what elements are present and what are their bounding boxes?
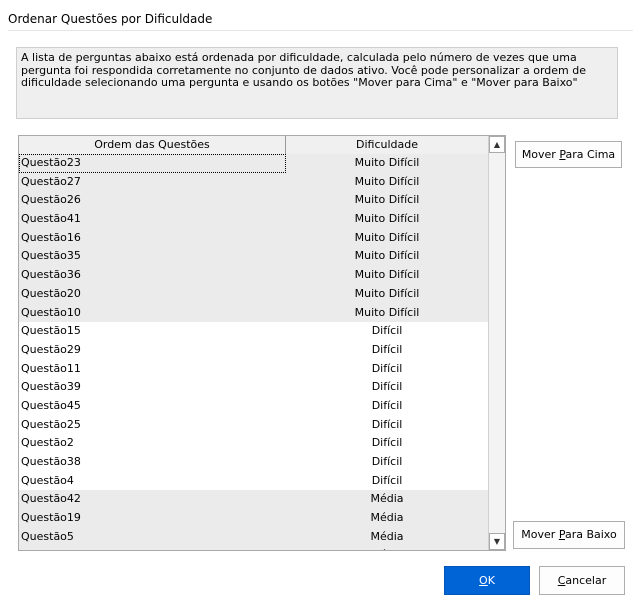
table-row[interactable]: Questão41 Muito Difícil (19, 210, 488, 229)
difficulty-cell: Média (370, 511, 404, 525)
table-row[interactable]: Questão20 Muito Difícil (19, 284, 488, 304)
scroll-up-icon[interactable]: ▲ (489, 136, 505, 153)
question-cell: Questão42 (21, 492, 81, 506)
difficulty-cell: Média (370, 492, 404, 506)
table-row[interactable]: Questão2 Difícil (19, 434, 488, 453)
question-cell: Questão35 (21, 249, 81, 263)
table-row[interactable]: Questão25 Difícil (19, 416, 488, 435)
difficulty-cell: Muito Difícil (354, 156, 420, 169)
move-up-button[interactable]: Mover Para Cima (515, 141, 622, 168)
question-cell: Questão29 (21, 342, 81, 356)
table-row[interactable]: Questão11 Difícil (19, 360, 488, 379)
difficulty-cell: Difícil (371, 455, 403, 468)
table-row[interactable]: Questão26 Muito Difícil (19, 191, 488, 211)
table-row[interactable]: Questão42 Média (19, 490, 488, 510)
question-cell: Questão23 (19, 154, 286, 173)
table-row[interactable]: Questão5 Média (19, 527, 488, 547)
question-cell: Questão17 (19, 546, 286, 550)
table-row[interactable]: Questão36 Muito Difícil (19, 266, 488, 285)
difficulty-cell: Difícil (371, 436, 403, 450)
question-cell: Questão41 (21, 212, 81, 226)
question-cell: Questão10 (21, 305, 81, 319)
table-row[interactable]: Questão39 Difícil (19, 378, 488, 397)
difficulty-cell: Muito Difícil (354, 230, 420, 244)
difficulty-cell: Difícil (371, 398, 403, 412)
dialog-title: Ordenar Questões por Dificuldade (8, 12, 213, 26)
difficulty-cell: Média (370, 529, 404, 543)
difficulty-cell: Difícil (371, 342, 403, 356)
question-cell: Questão19 (21, 511, 81, 525)
table-row[interactable]: Questão29 Difícil (19, 341, 488, 360)
difficulty-cell: Difícil (371, 473, 403, 487)
question-cell: Questão26 (21, 193, 81, 207)
question-cell: Questão11 (21, 361, 81, 375)
difficulty-cell: Difícil (371, 417, 403, 431)
table-row[interactable]: Questão35 Muito Difícil (19, 247, 488, 267)
table-row[interactable]: Questão27 Muito Difícil (19, 172, 488, 192)
table-row[interactable]: Questão23 Muito Difícil (19, 154, 488, 173)
question-cell: Questão25 (21, 417, 81, 431)
move-down-button[interactable]: Mover Para Baixo (513, 521, 625, 549)
question-cell: Questão45 (21, 398, 81, 412)
difficulty-cell: Muito Difícil (354, 268, 420, 282)
column-header-difficulty[interactable]: Dificuldade (286, 136, 488, 154)
difficulty-cell: Muito Difícil (354, 249, 420, 263)
questions-grid[interactable]: Ordem das Questões Dificuldade Questão23… (18, 135, 506, 551)
column-header-question-order[interactable]: Ordem das Questões (19, 136, 286, 154)
question-cell: Questão16 (21, 230, 81, 244)
table-row[interactable]: Questão17Média (19, 546, 488, 550)
table-row[interactable]: Questão16 Muito Difícil (19, 228, 488, 248)
cancel-button[interactable]: Cancelar (539, 566, 625, 595)
difficulty-cell: Muito Difícil (354, 305, 420, 319)
table-row[interactable]: Questão15 Difícil (19, 322, 488, 341)
question-cell: Questão38 (21, 455, 81, 468)
question-cell: Questão5 (21, 529, 74, 543)
title-separator (8, 30, 633, 31)
difficulty-cell: Muito Difícil (354, 212, 420, 226)
question-cell: Questão27 (21, 174, 81, 188)
difficulty-cell: Muito Difícil (354, 193, 420, 207)
grid-header: Ordem das Questões Dificuldade (19, 136, 488, 155)
question-cell: Questão4 (21, 473, 74, 487)
difficulty-cell: Média (286, 546, 488, 550)
scroll-down-icon[interactable]: ▼ (489, 533, 505, 550)
sort-questions-dialog: Ordenar Questões por Dificuldade A lista… (0, 0, 641, 596)
vertical-scrollbar[interactable]: ▲ ▼ (488, 136, 505, 550)
difficulty-cell: Difícil (371, 361, 403, 375)
difficulty-cell: Muito Difícil (354, 174, 420, 188)
question-cell: Questão20 (21, 286, 81, 300)
question-cell: Questão36 (21, 268, 81, 282)
ok-button[interactable]: OK (444, 566, 530, 595)
table-row[interactable]: Questão45 Difícil (19, 397, 488, 416)
question-cell: Questão2 (21, 436, 74, 450)
table-row[interactable]: Questão4 Difícil (19, 472, 488, 491)
table-row[interactable]: Questão19 Média (19, 509, 488, 528)
question-cell: Questão15 (21, 324, 81, 338)
question-cell: Questão39 (21, 380, 81, 394)
description-text: A lista de perguntas abaixo está ordenad… (16, 47, 618, 119)
table-row[interactable]: Questão10 Muito Difícil (19, 303, 488, 323)
difficulty-cell: Difícil (371, 324, 403, 338)
grid-rows: Questão23 Muito Difícil Questão27 Muito Dif… (19, 154, 488, 550)
table-row[interactable]: Questão38 Difícil (19, 453, 488, 472)
difficulty-cell: Difícil (371, 380, 403, 394)
difficulty-cell: Muito Difícil (354, 286, 420, 300)
